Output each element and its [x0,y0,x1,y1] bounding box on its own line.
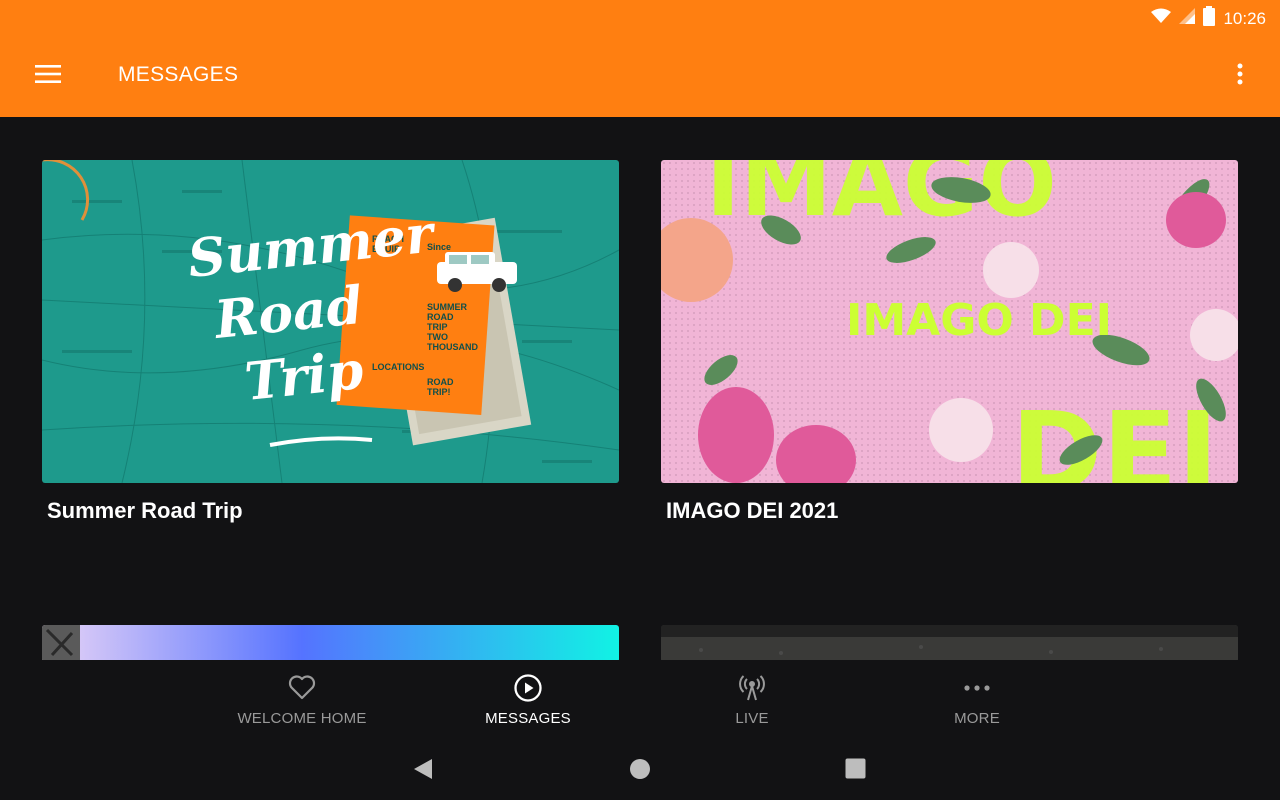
more-dots-icon [963,674,991,702]
nav-welcome-home[interactable]: WELCOME HOME [190,660,414,744]
nav-label: LIVE [735,710,769,727]
series-title[interactable]: IMAGO DEI 2021 [666,498,838,524]
cell-signal-icon [1179,8,1196,29]
nav-label: MORE [954,710,1000,727]
nav-messages[interactable]: MESSAGES [416,660,640,744]
series-artwork[interactable]: IMAGO DEI IMAGO DEI [661,160,1238,483]
menu-button[interactable] [28,56,68,96]
series-artwork[interactable]: REACH EQUIP Since SUMMER ROAD TRIP TWO THOUS… [42,160,619,483]
status-bar: 10:26 [0,0,1280,34]
series-card-partial[interactable] [42,625,619,660]
svg-text:ROAD: ROAD [427,312,454,322]
nav-label: WELCOME HOME [237,710,367,727]
series-card-summer-road-trip[interactable]: REACH EQUIP Since SUMMER ROAD TRIP TWO THOUS… [42,160,619,540]
app-bar: MESSAGES [0,34,1280,117]
svg-text:TRIP: TRIP [427,322,448,332]
nav-more[interactable]: MORE [865,660,1089,744]
series-card-partial[interactable] [661,625,1238,660]
status-time: 10:26 [1223,8,1266,28]
heart-icon [288,674,316,702]
system-navigation-bar [0,744,1280,800]
series-artwork[interactable] [42,625,619,660]
back-icon[interactable] [412,757,434,786]
nav-live[interactable]: LIVE [640,660,864,744]
broadcast-icon [738,674,766,702]
nav-label: MESSAGES [485,710,571,727]
svg-text:IMAGO: IMAGO [706,160,1057,237]
series-title[interactable]: Summer Road Trip [47,498,243,524]
hamburger-icon [35,64,61,89]
play-circle-icon [514,674,542,702]
overflow-menu-button[interactable] [1222,56,1258,96]
series-card-imago-dei[interactable]: IMAGO DEI IMAGO DEI IMAGO DEI 2021 [661,160,1238,540]
page-title: MESSAGES [118,63,239,86]
svg-text:TRIP!: TRIP! [427,387,451,397]
art-title: IMAGO DEI [846,295,1112,346]
wifi-icon [1151,8,1172,29]
svg-text:THOUSAND: THOUSAND [427,342,478,352]
series-artwork[interactable] [661,625,1238,660]
svg-text:ROAD: ROAD [427,377,454,387]
battery-icon [1203,6,1216,31]
art-title-word-3: Trip [242,340,366,413]
svg-text:DEI: DEI [1011,388,1218,483]
more-vert-icon [1237,63,1243,90]
message-series-grid: REACH EQUIP Since SUMMER ROAD TRIP TWO THOUS… [0,117,1280,660]
svg-text:TWO: TWO [427,332,448,342]
home-icon[interactable] [629,758,651,785]
bottom-navigation: WELCOME HOME MESSAGES LIVE MORE [0,660,1280,744]
svg-text:SUMMER: SUMMER [427,302,467,312]
svg-text:LOCATIONS: LOCATIONS [372,362,424,372]
recents-icon[interactable] [845,758,866,784]
